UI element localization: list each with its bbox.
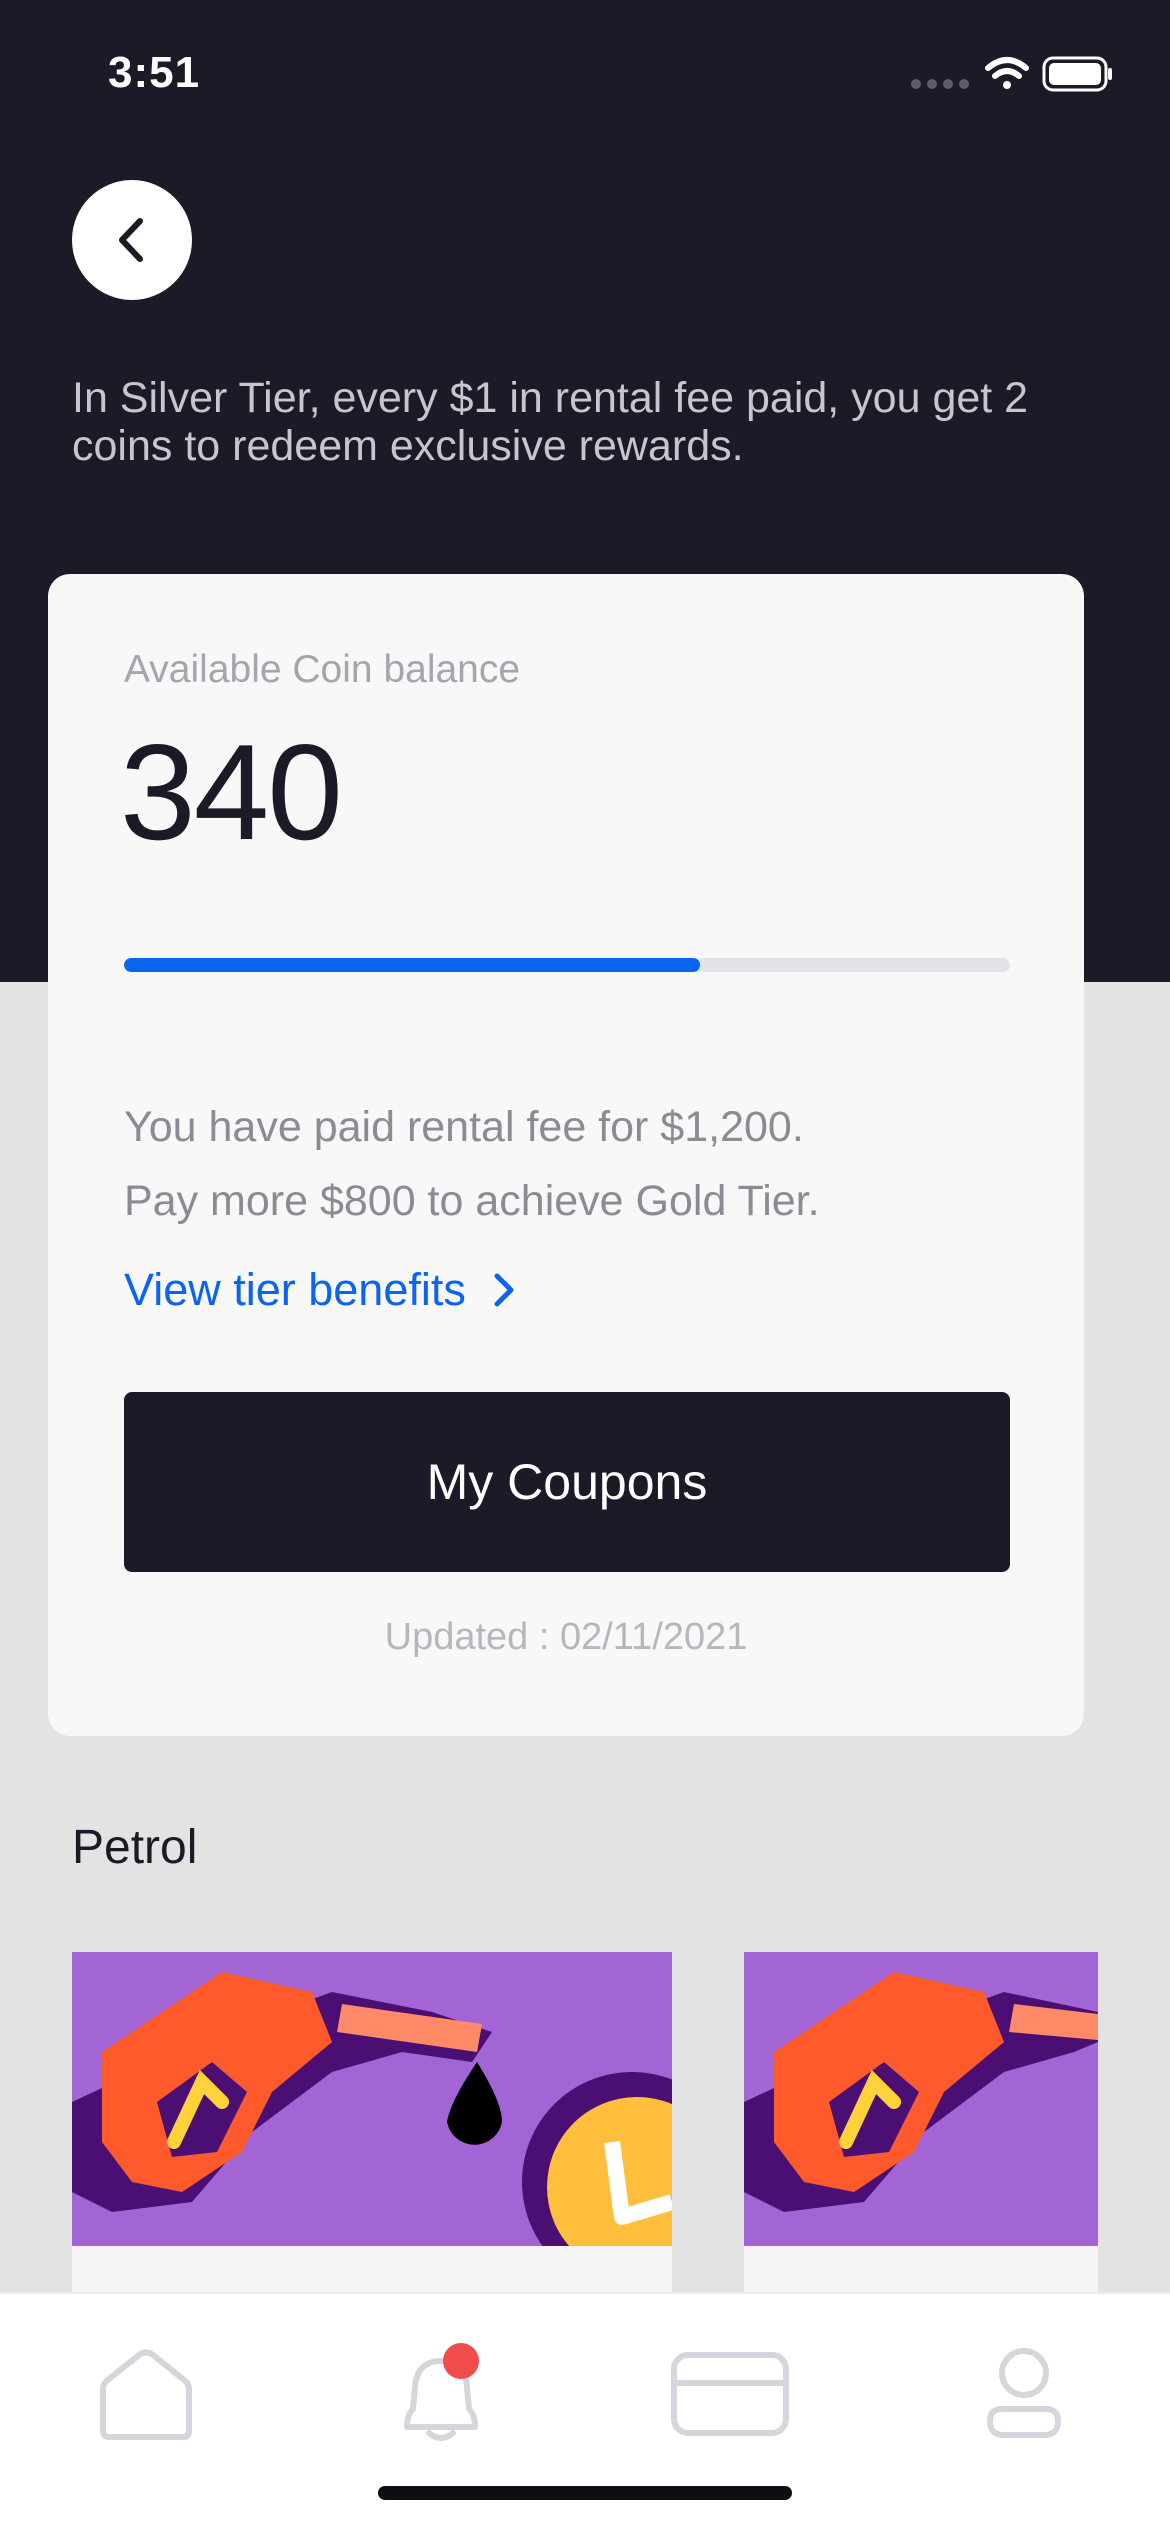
balance-value: 340 [120,716,343,868]
coin-balance-card: Available Coin balance 340 You have paid… [48,574,1084,1736]
tier-link-label: View tier benefits [124,1264,466,1315]
notification-badge-icon [443,2343,479,2379]
wifi-icon [985,57,1029,89]
tier-progress-fill [124,958,700,972]
home-indicator [378,2486,792,2500]
tab-profile[interactable] [964,2334,1084,2454]
battery-icon [1042,56,1112,92]
paid-line-2: Pay more $800 to achieve Gold Tier. [124,1177,820,1225]
home-icon [100,2349,192,2440]
balance-label: Available Coin balance [124,648,521,691]
tab-notifications[interactable] [380,2334,500,2454]
fuel-pump-illustration [744,1952,1098,2246]
tier-description: In Silver Tier, every $1 in rental fee p… [72,374,1029,470]
back-button[interactable] [72,180,192,300]
petrol-promo-image [744,1952,1098,2246]
updated-date: Updated : 02/11/2021 [384,1616,748,1658]
chevron-left-icon [119,218,143,262]
tab-cards[interactable] [670,2334,790,2454]
card-icon [671,2352,789,2436]
paid-summary: You have paid rental fee for $1,200. Pay… [124,1090,1024,1238]
paid-line-1: You have paid rental fee for $1,200. [124,1103,804,1151]
petrol-promo-image [72,1952,672,2246]
chevron-right-icon [494,1273,514,1307]
view-tier-benefits-link[interactable]: View tier benefits [124,1264,516,1316]
cellular-signal-icon [911,79,969,89]
tier-progress-bar [124,958,1010,972]
status-icons [911,56,1112,92]
tab-home[interactable] [86,2334,206,2454]
status-time: 3:51 [108,48,201,97]
petrol-promo-card[interactable] [744,1952,1098,2292]
fuel-pump-illustration [72,1952,672,2246]
petrol-promo-card[interactable] [72,1952,672,2292]
my-coupons-button[interactable]: My Coupons [124,1392,1010,1572]
petrol-section-title: Petrol [72,1821,198,1874]
bell-icon [404,2343,479,2441]
profile-icon [986,2348,1062,2438]
